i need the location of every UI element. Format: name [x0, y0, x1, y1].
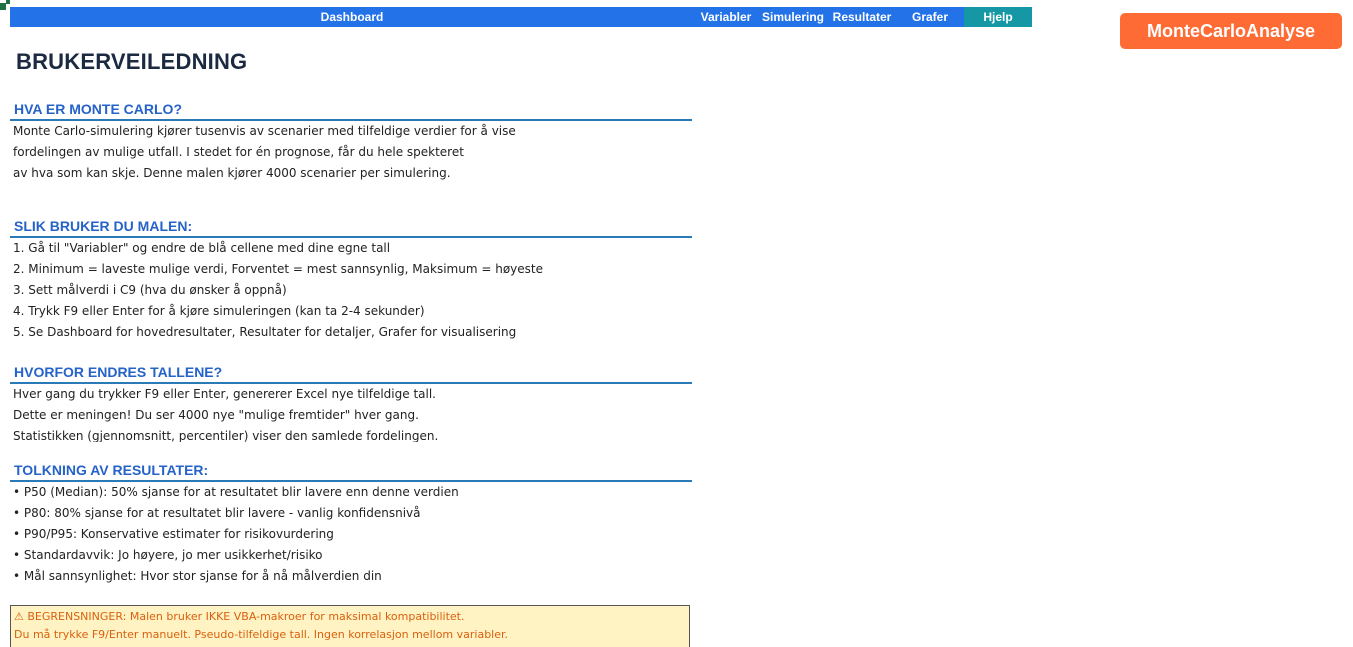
section-heading: SLIK BRUKER DU MALEN:: [10, 217, 692, 238]
step-item: 3. Sett målverdi i C9 (hva du ønsker å o…: [13, 283, 287, 297]
steps-list: 1. Gå til "Variabler" og endre de blå ce…: [10, 238, 692, 343]
text-line: Monte Carlo-simulering kjører tusenvis a…: [13, 124, 516, 138]
text-line: Dette er meningen! Du ser 4000 nye "muli…: [13, 408, 419, 422]
section-heading: TOLKNING AV RESULTATER:: [10, 461, 692, 482]
bullet-list: • P50 (Median): 50% sjanse for at result…: [10, 482, 692, 587]
warning-line: ⚠ BEGRENSNINGER: Malen bruker IKKE VBA-m…: [14, 610, 465, 623]
section-what-is-monte-carlo: HVA ER MONTE CARLO? Monte Carlo-simuleri…: [10, 100, 692, 184]
nav-link-hjelp-active[interactable]: Hjelp: [964, 7, 1032, 27]
bullet-item: • P80: 80% sjanse for at resultatet blir…: [13, 506, 421, 520]
nav-link-simulering[interactable]: Simulering: [760, 7, 826, 27]
step-item: 4. Trykk F9 eller Enter for å kjøre simu…: [13, 304, 425, 318]
section-text: Monte Carlo-simulering kjører tusenvis a…: [10, 121, 692, 184]
text-line: fordelingen av mulige utfall. I stedet f…: [13, 145, 464, 159]
section-text: Hver gang du trykker F9 eller Enter, gen…: [10, 384, 692, 442]
step-item: 1. Gå til "Variabler" og endre de blå ce…: [13, 241, 391, 255]
limitations-warning-box: ⚠ BEGRENSNINGER: Malen bruker IKKE VBA-m…: [10, 605, 690, 647]
section-heading: HVORFOR ENDRES TALLENE?: [10, 363, 692, 384]
cell-selection-marker: [0, 3, 6, 10]
nav-link-variabler[interactable]: Variabler: [698, 7, 754, 27]
brand-button[interactable]: MonteCarloAnalyse: [1120, 13, 1342, 49]
section-why-numbers-change: HVORFOR ENDRES TALLENE? Hver gang du try…: [10, 363, 692, 442]
section-interpreting-results: TOLKNING AV RESULTATER: • P50 (Median): …: [10, 461, 692, 587]
bullet-item: • P90/P95: Konservative estimater for ri…: [13, 527, 334, 541]
page-title: BRUKERVEILEDNING: [16, 49, 248, 74]
section-heading: HVA ER MONTE CARLO?: [10, 100, 692, 121]
text-line: Hver gang du trykker F9 eller Enter, gen…: [13, 387, 436, 401]
nav-link-resultater[interactable]: Resultater: [830, 7, 894, 27]
bullet-item: • Standardavvik: Jo høyere, jo mer usikk…: [13, 548, 323, 562]
bullet-item: • P50 (Median): 50% sjanse for at result…: [13, 485, 459, 499]
step-item: 5. Se Dashboard for hovedresultater, Res…: [13, 325, 517, 339]
cell-selection-handle: [6, 0, 10, 4]
bullet-item: • Mål sannsynlighet: Hvor stor sjanse fo…: [13, 569, 382, 583]
text-line: Statistikken (gjennomsnitt, percentiler)…: [13, 429, 439, 442]
text-line: av hva som kan skje. Denne malen kjører …: [13, 166, 451, 180]
section-how-to-use: SLIK BRUKER DU MALEN: 1. Gå til "Variabl…: [10, 217, 692, 343]
top-navigation-bar: Dashboard Variabler Simulering Resultate…: [10, 7, 1032, 27]
warning-line: Du må trykke F9/Enter manuelt. Pseudo-ti…: [14, 628, 509, 641]
nav-link-dashboard[interactable]: Dashboard: [310, 7, 394, 27]
nav-link-grafer[interactable]: Grafer: [902, 7, 958, 27]
step-item: 2. Minimum = laveste mulige verdi, Forve…: [13, 262, 543, 276]
